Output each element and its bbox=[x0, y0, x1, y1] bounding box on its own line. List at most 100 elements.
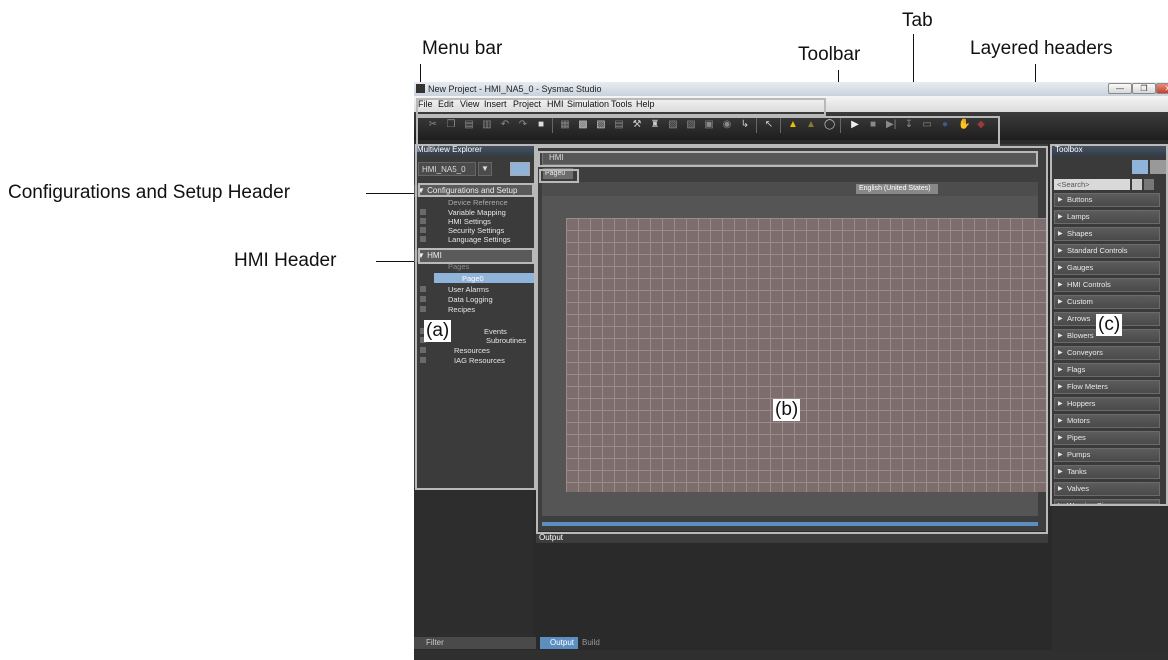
tree-item-language-settings[interactable]: Language Settings bbox=[448, 235, 511, 244]
tree-item-device-reference[interactable]: Device Reference bbox=[448, 198, 508, 207]
hand-icon[interactable]: ✋ bbox=[958, 120, 970, 130]
multiview-explorer-title: Multiview Explorer bbox=[414, 144, 534, 156]
explorer-empty-area bbox=[414, 490, 534, 640]
callout-config-header: Configurations and Setup Header bbox=[8, 182, 291, 203]
region-label-b: (b) bbox=[773, 399, 801, 421]
undo-icon[interactable]: ↶ bbox=[500, 120, 510, 130]
toolbox-category-lamps[interactable]: Lamps bbox=[1054, 210, 1160, 224]
menu-help[interactable]: Help bbox=[636, 99, 655, 109]
copy-icon[interactable]: ❐ bbox=[446, 120, 456, 130]
toolbox-category-flags[interactable]: Flags bbox=[1054, 363, 1160, 377]
tree-item-recipes[interactable]: Recipes bbox=[448, 305, 475, 314]
maximize-button[interactable]: ❐ bbox=[1132, 83, 1156, 94]
menu-insert[interactable]: Insert bbox=[484, 99, 507, 109]
tab-output[interactable]: Output bbox=[540, 637, 578, 649]
device-select[interactable]: HMI_NA5_0 bbox=[418, 162, 476, 176]
toolbox-search-input[interactable]: <Search> bbox=[1054, 179, 1130, 190]
grid-icon[interactable]: ▩ bbox=[578, 120, 588, 130]
callout-menu-bar: Menu bar bbox=[422, 38, 503, 59]
menu-tools[interactable]: Tools bbox=[611, 99, 632, 109]
toolbox-category-hoppers[interactable]: Hoppers bbox=[1054, 397, 1160, 411]
toolbox-category-custom[interactable]: Custom bbox=[1054, 295, 1160, 309]
chevron-down-icon[interactable]: ▼ bbox=[478, 162, 492, 176]
record-icon[interactable]: ● bbox=[940, 120, 950, 130]
tree-item-user-alarms[interactable]: User Alarms bbox=[448, 285, 489, 294]
tree-bullet bbox=[420, 296, 426, 302]
help-icon[interactable]: ◆ bbox=[976, 120, 986, 130]
warning-disabled-icon[interactable]: ▲ bbox=[806, 120, 816, 130]
menu-view[interactable]: View bbox=[460, 99, 479, 109]
search-clear-icon[interactable] bbox=[1144, 179, 1154, 190]
toolbox-pane: Toolbox <Search> Buttons Lamps Shapes St… bbox=[1052, 144, 1168, 512]
monitor-icon[interactable]: ◉ bbox=[722, 120, 732, 130]
page-canvas[interactable] bbox=[566, 218, 1046, 492]
toolbox-category-shapes[interactable]: Shapes bbox=[1054, 227, 1160, 241]
toolbox-category-pipes[interactable]: Pipes bbox=[1054, 431, 1160, 445]
offline-icon[interactable]: ▨ bbox=[686, 120, 696, 130]
tree-item-hmi-settings[interactable]: HMI Settings bbox=[448, 217, 491, 226]
screen-icon[interactable]: ▭ bbox=[922, 120, 932, 130]
step-over-icon[interactable]: ↧ bbox=[904, 120, 914, 130]
delete-icon[interactable]: ▥ bbox=[482, 120, 492, 130]
configurations-setup-header[interactable]: ▼ Configurations and Setup bbox=[414, 185, 534, 197]
hmi-header[interactable]: ▼ HMI bbox=[414, 250, 534, 262]
monitor-view-icon[interactable] bbox=[510, 162, 530, 176]
table-icon[interactable]: ▤ bbox=[614, 120, 624, 130]
language-select[interactable]: English (United States) bbox=[856, 184, 938, 194]
tree-item-resources[interactable]: Resources bbox=[454, 346, 490, 355]
step-icon[interactable]: ↳ bbox=[740, 120, 750, 130]
toolbox-category-motors[interactable]: Motors bbox=[1054, 414, 1160, 428]
paste-icon[interactable]: ▤ bbox=[464, 120, 474, 130]
menu-edit[interactable]: Edit bbox=[438, 99, 454, 109]
menu-project[interactable]: Project bbox=[513, 99, 541, 109]
warning-icon[interactable]: ▲ bbox=[788, 120, 798, 130]
build-icon[interactable]: ⚒ bbox=[632, 120, 642, 130]
toolbox-category-standard-controls[interactable]: Standard Controls bbox=[1054, 244, 1160, 258]
tree-item-iag-resources[interactable]: IAG Resources bbox=[454, 356, 505, 365]
horizontal-scrollbar[interactable] bbox=[542, 522, 1038, 526]
tree-item-events[interactable]: Events bbox=[484, 327, 507, 336]
toolbox-category-conveyors[interactable]: Conveyors bbox=[1054, 346, 1160, 360]
tree-item-data-logging[interactable]: Data Logging bbox=[448, 295, 493, 304]
step-run-icon[interactable]: ▶| bbox=[886, 120, 896, 130]
menu-file[interactable]: File bbox=[418, 99, 433, 109]
tab-build[interactable]: Build bbox=[582, 637, 616, 649]
menu-hmi[interactable]: HMI bbox=[547, 99, 564, 109]
grid-view-icon[interactable] bbox=[1150, 160, 1166, 174]
minimize-button[interactable]: — bbox=[1108, 83, 1132, 94]
tree-bullet bbox=[420, 306, 426, 312]
toolbox-category-valves[interactable]: Valves bbox=[1054, 482, 1160, 496]
cross-reference-icon[interactable]: ▦ bbox=[560, 120, 570, 130]
online-icon[interactable]: ▨ bbox=[668, 120, 678, 130]
transfer-icon[interactable]: ▣ bbox=[704, 120, 714, 130]
tree-item-security-settings[interactable]: Security Settings bbox=[448, 226, 504, 235]
redo-icon[interactable]: ↷ bbox=[518, 120, 528, 130]
toolbox-category-tanks[interactable]: Tanks bbox=[1054, 465, 1160, 479]
toolbox-category-buttons[interactable]: Buttons bbox=[1054, 193, 1160, 207]
tree-item-pages[interactable]: Pages bbox=[448, 262, 469, 271]
filter-bar[interactable]: Filter bbox=[414, 637, 538, 649]
pointer-icon[interactable]: ↖ bbox=[764, 120, 774, 130]
tree-item-page0[interactable]: Page0 bbox=[462, 274, 484, 283]
search-dropdown-icon[interactable] bbox=[1132, 179, 1142, 190]
tab-page0[interactable]: Page0 bbox=[543, 168, 573, 179]
list-view-icon[interactable] bbox=[1132, 160, 1148, 174]
toolbox-category-pumps[interactable]: Pumps bbox=[1054, 448, 1160, 462]
menu-simulation[interactable]: Simulation bbox=[567, 99, 609, 109]
cut-icon[interactable]: ✂ bbox=[428, 120, 438, 130]
find-icon[interactable]: ♜ bbox=[650, 120, 660, 130]
tree-item-page0-selected[interactable] bbox=[434, 273, 534, 283]
layout-icon[interactable]: ▧ bbox=[596, 120, 606, 130]
window-title: New Project - HMI_NA5_0 - Sysmac Studio bbox=[428, 84, 602, 94]
tree-item-subroutines[interactable]: Subroutines bbox=[486, 336, 526, 345]
toolbox-category-gauges[interactable]: Gauges bbox=[1054, 261, 1160, 275]
close-button[interactable]: ✕ bbox=[1156, 83, 1168, 94]
toolbox-category-hmi-controls[interactable]: HMI Controls bbox=[1054, 278, 1160, 292]
tree-item-variable-mapping[interactable]: Variable Mapping bbox=[448, 208, 506, 217]
toolbox-category-warning-signs[interactable]: Warning Signs bbox=[1054, 499, 1160, 512]
toolbox-category-flow-meters[interactable]: Flow Meters bbox=[1054, 380, 1160, 394]
properties-icon[interactable]: ■ bbox=[536, 120, 546, 130]
stop-icon[interactable]: ■ bbox=[868, 120, 878, 130]
stop-simulation-icon[interactable]: ◯ bbox=[824, 120, 835, 130]
run-icon[interactable]: ▶ bbox=[850, 120, 860, 130]
